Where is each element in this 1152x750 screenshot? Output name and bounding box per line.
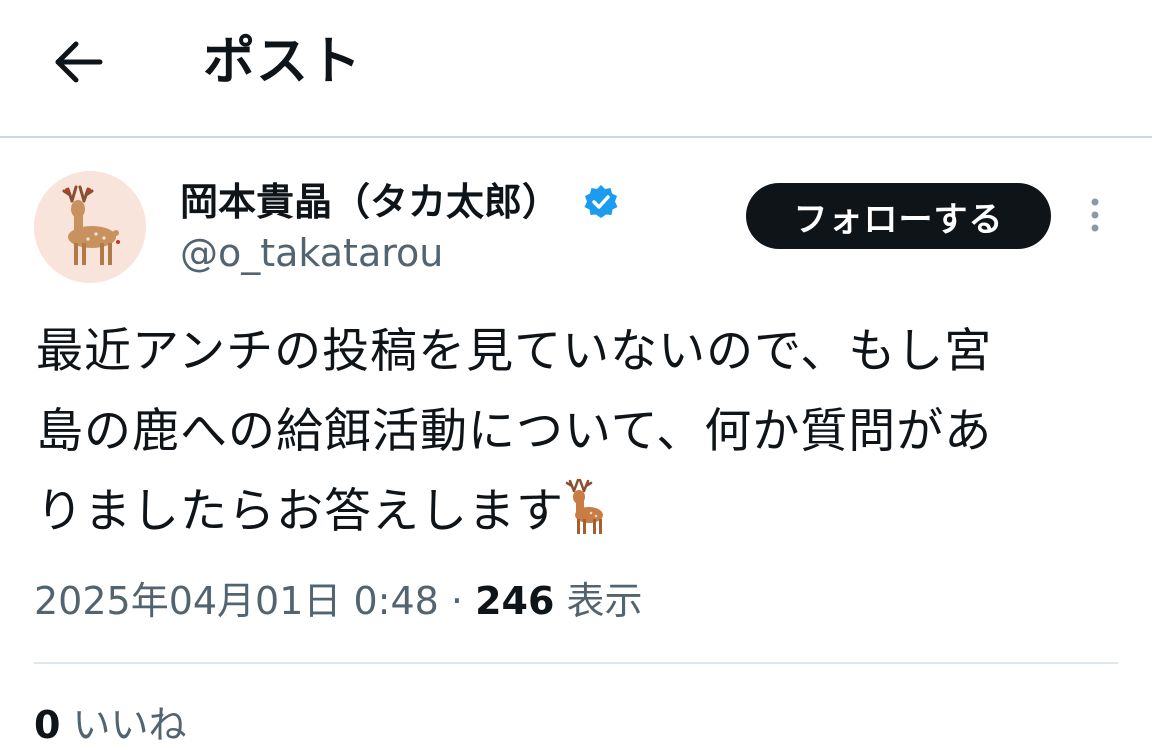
tweet-text-line: 最近アンチの投稿を見ていないので、もし宮 <box>36 324 993 379</box>
deer-avatar-icon <box>34 171 146 283</box>
views-count: 246 <box>475 579 555 623</box>
verified-badge-icon <box>582 183 620 221</box>
back-button[interactable] <box>48 34 108 90</box>
arrow-left-icon <box>55 41 103 83</box>
likes-label: いいね <box>72 703 187 747</box>
likes-count: 0 <box>34 703 61 747</box>
follow-button[interactable]: フォローする <box>746 183 1051 249</box>
views-label: 表示 <box>566 579 643 623</box>
top-bar: ポスト <box>0 0 1152 138</box>
tweet-text-fragment: りましたらお答えします <box>36 484 564 539</box>
tweet-text-line: りましたらお答えします <box>36 472 1126 552</box>
author-handle[interactable]: @o_takatarou <box>180 228 443 278</box>
page-title: ポスト <box>203 32 363 92</box>
author-name-row[interactable]: 岡本貴晶（タカ太郎） <box>180 172 620 232</box>
tweet-text-line: 島の鹿への給餌活動について、何か質問があ <box>36 404 993 459</box>
tweet-text: 最近アンチの投稿を見ていないので、もし宮 島の鹿への給餌活動について、何か質問が… <box>36 312 1126 552</box>
more-vertical-icon <box>1091 198 1099 232</box>
deer-emoji-icon <box>564 477 608 537</box>
tweet-meta: 2025年04月01日 0:48 · 246 表示 <box>34 574 643 628</box>
tweet-timestamp[interactable]: 2025年04月01日 0:48 <box>34 579 439 623</box>
avatar[interactable] <box>34 171 146 283</box>
divider <box>34 662 1118 664</box>
more-options-button[interactable] <box>1080 196 1110 236</box>
likes-row[interactable]: 0 いいね <box>34 700 187 750</box>
author-display-name[interactable]: 岡本貴晶（タカ太郎） <box>180 174 560 230</box>
meta-separator: · <box>450 579 464 623</box>
